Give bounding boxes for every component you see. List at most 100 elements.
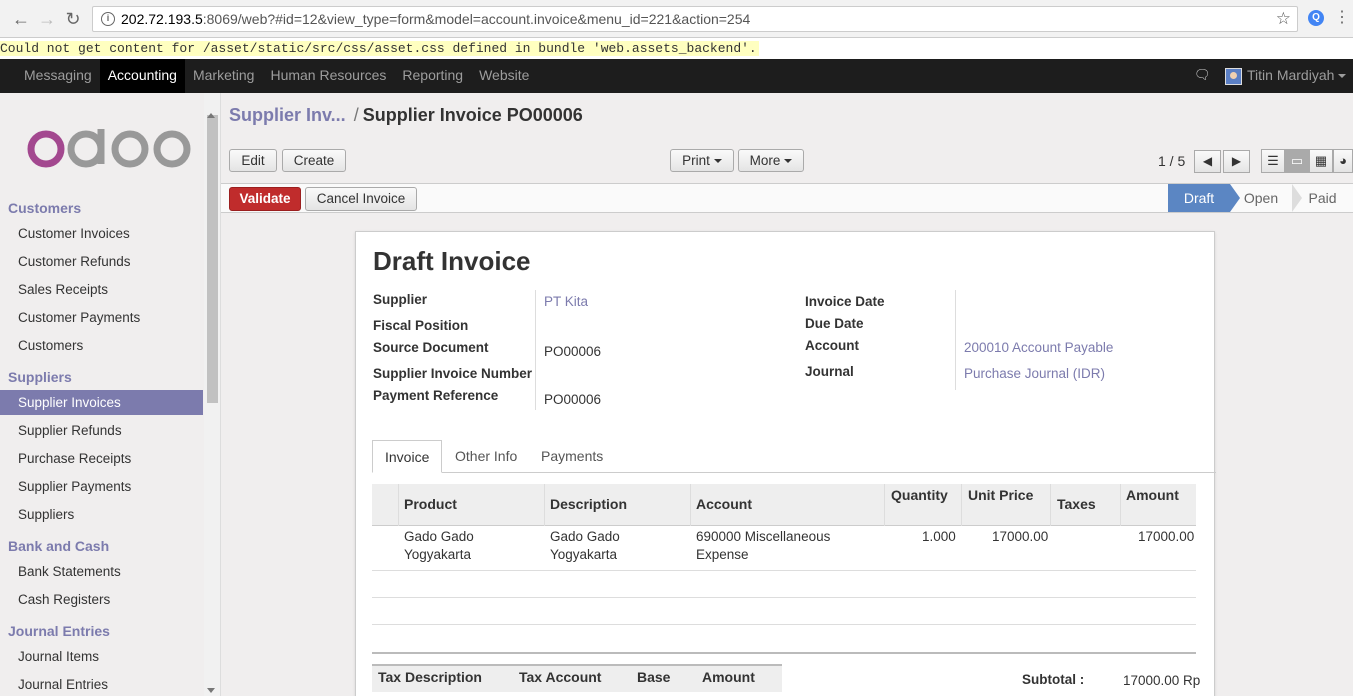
sidebar-item-supplier-invoices[interactable]: Supplier Invoices	[0, 390, 203, 415]
caret-down-icon	[784, 159, 793, 164]
sidebar-item-bank-statements[interactable]: Bank Statements	[0, 559, 203, 584]
tax-column-header-tax-description[interactable]: Tax Description	[378, 669, 482, 685]
forward-icon[interactable]: →	[36, 8, 58, 30]
list-view-icon[interactable]: ☰	[1261, 149, 1285, 173]
column-header-account[interactable]: Account	[696, 496, 752, 512]
table-header: Product Description Account Quantity Unit Pr…	[372, 484, 1196, 526]
sidebar-item-customer-payments[interactable]: Customer Payments	[0, 305, 203, 330]
tax-column-header-amount[interactable]: Amount	[702, 669, 755, 685]
sidebar: Customers Customer Invoices Customer Refun…	[0, 93, 221, 696]
sidebar-item-suppliers[interactable]: Suppliers	[0, 502, 203, 527]
app-top-bar: Messaging Accounting Marketing Human Resour…	[0, 59, 1353, 93]
edit-button[interactable]: Edit	[229, 149, 277, 172]
caret-down-icon	[1338, 74, 1347, 79]
create-button[interactable]: Create	[282, 149, 346, 172]
scrollbar-thumb[interactable]	[207, 115, 218, 403]
top-menu-reporting[interactable]: Reporting	[394, 59, 471, 93]
extension-icon[interactable]: Q	[1308, 10, 1324, 26]
top-menu-human-resources[interactable]: Human Resources	[262, 59, 394, 93]
validate-button[interactable]: Validate	[229, 187, 301, 211]
top-menu-marketing[interactable]: Marketing	[185, 59, 262, 93]
main-content: Supplier Inv... / Supplier Invoice PO00006…	[221, 93, 1353, 696]
sidebar-item-supplier-payments[interactable]: Supplier Payments	[0, 474, 203, 499]
tab-other-info[interactable]: Other Info	[443, 440, 529, 473]
sidebar-item-cash-registers[interactable]: Cash Registers	[0, 587, 203, 612]
table-cell-quantity: 1.000	[922, 529, 956, 544]
tab-invoice[interactable]: Invoice	[372, 440, 443, 473]
calendar-view-icon[interactable]: ▦	[1309, 149, 1333, 173]
stage-open[interactable]: Open	[1230, 184, 1292, 212]
field-value-journal[interactable]: Purchase Journal (IDR)	[964, 366, 1105, 381]
stage-draft[interactable]: Draft	[1168, 184, 1230, 212]
column-divider	[690, 484, 691, 526]
asset-error-text: Could not get content for /asset/static/…	[0, 41, 759, 56]
avatar[interactable]	[1225, 68, 1242, 85]
form-view-icon[interactable]: ▭	[1285, 149, 1309, 173]
field-value-supplier[interactable]: PT Kita	[544, 294, 588, 309]
scroll-up-icon[interactable]	[207, 113, 215, 118]
column-divider	[1120, 484, 1121, 526]
bookmark-star-icon[interactable]: ☆	[1276, 7, 1291, 31]
user-menu[interactable]: Titin Mardiyah	[1247, 59, 1347, 92]
sidebar-item-journal-items[interactable]: Journal Items	[0, 644, 203, 669]
column-header-quantity[interactable]: Quantity	[891, 487, 948, 503]
chat-icon[interactable]: 🗨	[1194, 68, 1211, 81]
column-header-description[interactable]: Description	[550, 496, 627, 512]
subtotal-value: 17000.00 Rp	[1123, 673, 1201, 688]
print-label: Print	[682, 153, 710, 168]
address-bar[interactable]: i 202.72.193.5:8069/web?#id=12&view_type…	[92, 6, 1298, 32]
scroll-down-icon[interactable]	[207, 688, 215, 693]
more-label: More	[749, 153, 781, 168]
back-icon[interactable]: ←	[10, 8, 32, 30]
sidebar-item-customers[interactable]: Customers	[0, 333, 203, 358]
cancel-invoice-button[interactable]: Cancel Invoice	[305, 187, 417, 211]
column-divider	[1050, 484, 1051, 526]
sidebar-item-purchase-receipts[interactable]: Purchase Receipts	[0, 446, 203, 471]
caret-down-icon	[713, 159, 722, 164]
table-cell-unit-price: 17000.00	[992, 529, 1049, 544]
graph-view-icon[interactable]: ◕	[1333, 149, 1353, 173]
column-divider	[398, 484, 399, 526]
breadcrumb-parent[interactable]: Supplier Inv...	[229, 105, 346, 125]
previous-record-button[interactable]: ◀	[1194, 150, 1221, 173]
sidebar-item-sales-receipts[interactable]: Sales Receipts	[0, 277, 203, 302]
sidebar-item-customer-refunds[interactable]: Customer Refunds	[0, 249, 203, 274]
tab-payments[interactable]: Payments	[529, 440, 615, 473]
field-value-source-document[interactable]: PO00006	[544, 344, 601, 359]
column-header-taxes[interactable]: Taxes	[1057, 496, 1096, 512]
row-divider	[372, 597, 1196, 598]
form-background: Draft Invoice Supplier PT Kita Fiscal Posi…	[221, 213, 1353, 696]
print-dropdown[interactable]: Print	[670, 149, 734, 172]
form-title: Draft Invoice	[373, 246, 531, 276]
column-header-amount[interactable]: Amount	[1126, 487, 1179, 503]
field-value-account[interactable]: 200010 Account Payable	[964, 340, 1113, 355]
info-icon[interactable]: i	[101, 12, 115, 26]
column-divider	[544, 484, 545, 526]
column-header-unit-price[interactable]: Unit Price	[968, 487, 1033, 503]
field-label-payment-reference: Payment Reference	[373, 388, 499, 403]
subtotal-label: Subtotal :	[1022, 672, 1085, 687]
column-divider	[884, 484, 885, 526]
sidebar-scrollbar[interactable]	[204, 93, 220, 696]
page-title: Supplier Invoice PO00006	[362, 105, 583, 125]
top-menu-messaging[interactable]: Messaging	[16, 59, 100, 93]
form-tabs: Invoice Other Info Payments	[372, 440, 1216, 473]
sidebar-section-suppliers: Suppliers	[8, 369, 72, 385]
next-record-button[interactable]: ▶	[1223, 150, 1250, 173]
stage-paid[interactable]: Paid	[1292, 184, 1353, 212]
tax-table-header: Tax Description Tax Account Base Amount	[372, 664, 782, 692]
column-header-product[interactable]: Product	[404, 496, 457, 512]
sidebar-item-customer-invoices[interactable]: Customer Invoices	[0, 221, 203, 246]
field-value-payment-reference[interactable]: PO00006	[544, 392, 601, 407]
sidebar-section-bank-and-cash: Bank and Cash	[8, 538, 110, 554]
tax-column-header-base[interactable]: Base	[637, 669, 670, 685]
top-menu-accounting[interactable]: Accounting	[99, 59, 185, 93]
sidebar-item-supplier-refunds[interactable]: Supplier Refunds	[0, 418, 203, 443]
browser-menu-icon[interactable]: ⋮	[1334, 8, 1350, 28]
sidebar-item-journal-entries[interactable]: Journal Entries	[0, 672, 203, 696]
more-dropdown[interactable]: More	[738, 149, 804, 172]
top-menu-website[interactable]: Website	[471, 59, 537, 93]
reload-icon[interactable]: ↻	[62, 8, 84, 30]
tax-column-header-tax-account[interactable]: Tax Account	[519, 669, 601, 685]
field-label-supplier-invoice-number: Supplier Invoice Number	[373, 366, 533, 381]
